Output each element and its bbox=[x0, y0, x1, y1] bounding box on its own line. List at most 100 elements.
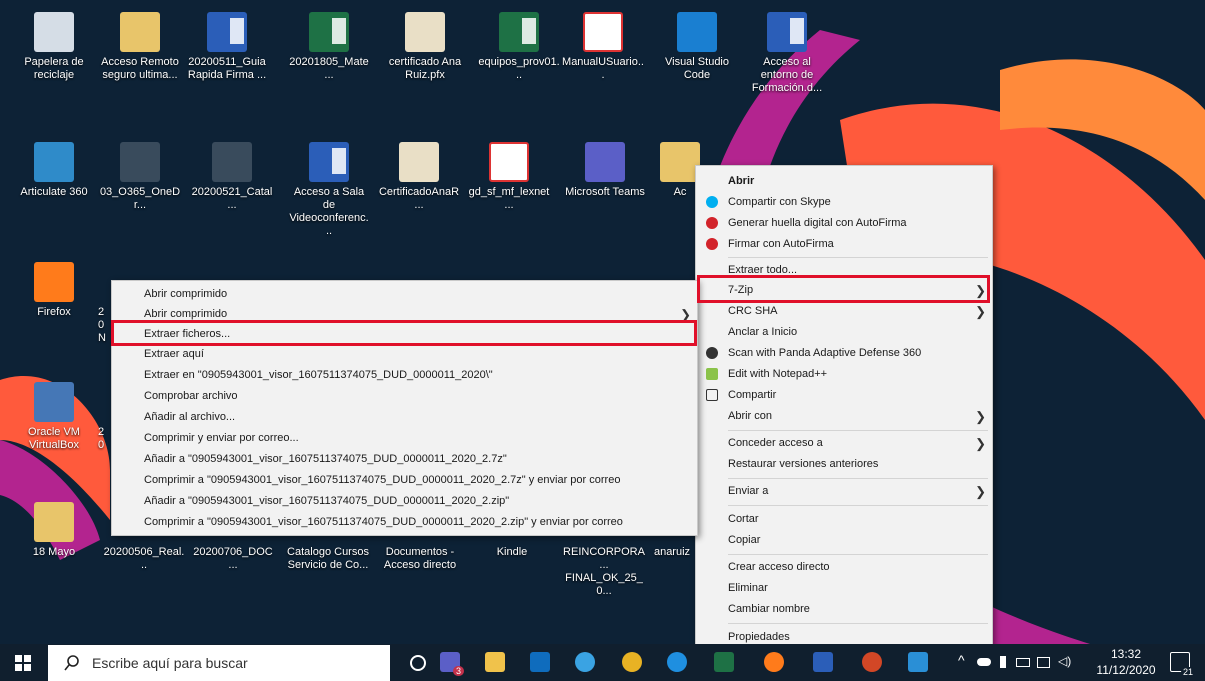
zip-item-test-archive[interactable]: Comprobar archivo bbox=[112, 386, 697, 407]
excel-taskbar-icon[interactable] bbox=[714, 652, 734, 672]
outlook-icon[interactable] bbox=[530, 652, 550, 672]
desktop-icon-partial[interactable]: 20 bbox=[96, 376, 112, 472]
menu-item-notepad[interactable]: Edit with Notepad++ bbox=[696, 364, 992, 385]
menu-item-label: Extraer en "0905943001_visor_16075113740… bbox=[144, 369, 493, 381]
desktop-icon-recycle-bin[interactable]: Papelera de reciclaje bbox=[11, 6, 97, 102]
menu-item-label: Abrir con bbox=[728, 410, 773, 422]
menu-item-grant-access[interactable]: Conceder acceso a ❯ bbox=[696, 433, 992, 454]
desktop-icon-label: 20 bbox=[98, 426, 105, 451]
desktop-icon-sala-video[interactable]: Acceso a Sala de Videoconferenc... bbox=[286, 136, 372, 237]
zip-item-add-to-archive[interactable]: Añadir al archivo... bbox=[112, 407, 697, 428]
word-taskbar-icon[interactable] bbox=[813, 652, 833, 672]
taskbar-search-box[interactable]: Escribe aquí para buscar bbox=[48, 645, 390, 681]
menu-item-properties[interactable]: Propiedades bbox=[696, 627, 992, 644]
desktop-icon-catal[interactable]: 20200521_Catal... bbox=[189, 136, 275, 232]
desktop-icon-label: CertificadoAnaR... bbox=[378, 186, 460, 211]
teams-taskbar-icon[interactable]: 3 bbox=[440, 652, 464, 676]
menu-item-open[interactable]: Abrir bbox=[696, 171, 992, 192]
menu-separator bbox=[728, 430, 988, 431]
zip-item-add-7z[interactable]: Añadir a "0905943001_visor_1607511374075… bbox=[112, 449, 697, 470]
autofirma-icon bbox=[706, 217, 718, 229]
chrome-icon[interactable] bbox=[622, 652, 642, 672]
autofirma-icon bbox=[706, 238, 718, 250]
internet-explorer-icon[interactable] bbox=[575, 652, 595, 672]
desktop-icon-onedrive-video[interactable]: 03_O365_OneDr... bbox=[97, 136, 183, 232]
share-icon bbox=[706, 389, 718, 401]
menu-item-label: Eliminar bbox=[728, 582, 768, 594]
desktop-icon-label: Acceso a Sala de Videoconferenc... bbox=[289, 186, 369, 237]
start-button[interactable] bbox=[0, 644, 46, 681]
clock[interactable]: 13:32 11/12/2020 bbox=[1088, 646, 1164, 680]
network-icon[interactable] bbox=[1016, 658, 1030, 667]
edge-icon[interactable] bbox=[667, 652, 687, 672]
menu-item-label: Abrir bbox=[728, 175, 755, 187]
menu-item-cut[interactable]: Cortar bbox=[696, 509, 992, 530]
zip-item-add-zip[interactable]: Añadir a "0905943001_visor_1607511374075… bbox=[112, 491, 697, 512]
menu-item-panda-scan[interactable]: Scan with Panda Adaptive Defense 360 bbox=[696, 343, 992, 364]
skype-icon bbox=[706, 196, 718, 208]
menu-item-send-to[interactable]: Enviar a ❯ bbox=[696, 481, 992, 502]
menu-item-pin-start[interactable]: Anclar a Inicio bbox=[696, 322, 992, 343]
desktop-icon-label: Acceso Remoto seguro ultima... bbox=[101, 56, 179, 81]
zip-item-compress-zip-email[interactable]: Comprimir a "0905943001_visor_1607511374… bbox=[112, 512, 697, 533]
menu-item-copy[interactable]: Copiar bbox=[696, 530, 992, 551]
media-player-icon[interactable] bbox=[908, 652, 928, 672]
menu-item-rename[interactable]: Cambiar nombre bbox=[696, 599, 992, 620]
desktop-icon-guia-rapida[interactable]: 20200511_Guia Rapida Firma ... bbox=[184, 6, 270, 102]
menu-item-autofirma-sign[interactable]: Firmar con AutoFirma bbox=[696, 234, 992, 255]
zip-item-compress-7z-email[interactable]: Comprimir a "0905943001_visor_1607511374… bbox=[112, 470, 697, 491]
desktop-icon-teams[interactable]: Microsoft Teams bbox=[562, 136, 648, 232]
desktop-icon-selected-archive[interactable]: Ac bbox=[660, 136, 700, 232]
desktop-icon-virtualbox[interactable]: Oracle VM VirtualBox bbox=[11, 376, 97, 472]
menu-item-label: Comprimir a "0905943001_visor_1607511374… bbox=[144, 474, 621, 486]
input-icon[interactable] bbox=[1037, 657, 1050, 668]
desktop-icon-label: Visual Studio Code bbox=[664, 56, 729, 81]
desktop-icon-acceso-remoto[interactable]: Acceso Remoto seguro ultima... bbox=[97, 6, 183, 102]
desktop-icon-manual[interactable]: ManualUSuario... bbox=[560, 6, 646, 102]
word-file-icon bbox=[207, 12, 247, 52]
zip-item-extract-here[interactable]: Extraer aquí bbox=[112, 344, 697, 365]
chevron-up-icon[interactable]: ^ bbox=[958, 652, 965, 668]
desktop-icon-certificado[interactable]: certificado Ana Ruiz.pfx bbox=[382, 6, 468, 102]
volume-icon[interactable]: ◁) bbox=[1058, 654, 1071, 668]
desktop-icon-lexnet[interactable]: gd_sf_mf_lexnet... bbox=[466, 136, 552, 232]
recycle-bin-icon bbox=[34, 12, 74, 52]
certificate-icon bbox=[399, 142, 439, 182]
battery-icon[interactable] bbox=[1000, 656, 1006, 668]
task-view-button[interactable] bbox=[405, 650, 429, 674]
zip-item-extract-to-folder[interactable]: Extraer en "0905943001_visor_16075113740… bbox=[112, 365, 697, 386]
menu-item-restore-versions[interactable]: Restaurar versiones anteriores bbox=[696, 454, 992, 475]
menu-item-delete[interactable]: Eliminar bbox=[696, 578, 992, 599]
menu-item-open-with[interactable]: Abrir con ❯ bbox=[696, 406, 992, 427]
virtualbox-icon bbox=[34, 382, 74, 422]
desktop-icon-partial[interactable]: 20 N bbox=[96, 256, 112, 352]
zip-item-compress-email[interactable]: Comprimir y enviar por correo... bbox=[112, 428, 697, 449]
desktop-icon-certificado-ana[interactable]: CertificadoAnaR... bbox=[376, 136, 462, 232]
menu-separator bbox=[728, 478, 988, 479]
file-explorer-icon[interactable] bbox=[485, 652, 505, 672]
menu-item-label: Abrir comprimido bbox=[144, 288, 228, 300]
desktop-icon-equipos[interactable]: equipos_prov01... bbox=[476, 6, 562, 102]
notification-count: 21 bbox=[1180, 667, 1195, 677]
desktop-icon-mate[interactable]: 20201805_Mate... bbox=[286, 6, 372, 102]
desktop-icon-vscode[interactable]: Visual Studio Code bbox=[654, 6, 740, 102]
desktop-icon-label: 20200521_Catal... bbox=[191, 186, 273, 211]
desktop-icon-label: equipos_prov01... bbox=[478, 56, 560, 81]
menu-item-share-skype[interactable]: Compartir con Skype bbox=[696, 192, 992, 213]
desktop-icon-acceso-entorno[interactable]: Acceso al entorno de Formación.d... bbox=[744, 6, 830, 102]
action-center-button[interactable]: 21 bbox=[1170, 652, 1195, 677]
zip-item-open-archive[interactable]: Abrir comprimido bbox=[112, 284, 697, 305]
desktop-icon-label: Ac bbox=[673, 186, 687, 198]
desktop-icon-18-mayo[interactable]: 18 Mayo bbox=[11, 496, 97, 592]
menu-item-create-shortcut[interactable]: Crear acceso directo bbox=[696, 557, 992, 578]
onedrive-icon[interactable] bbox=[977, 658, 991, 666]
firefox-taskbar-icon[interactable] bbox=[764, 652, 784, 672]
menu-item-share[interactable]: Compartir bbox=[696, 385, 992, 406]
desktop-icon-label: Firefox bbox=[37, 306, 71, 318]
menu-item-autofirma-hash[interactable]: Generar huella digital con AutoFirma bbox=[696, 213, 992, 234]
menu-item-crc-sha[interactable]: CRC SHA ❯ bbox=[696, 301, 992, 322]
desktop-icon-label: 20200511_Guia Rapida Firma ... bbox=[187, 56, 267, 81]
desktop-icon-articulate[interactable]: Articulate 360 bbox=[11, 136, 97, 232]
powerpoint-taskbar-icon[interactable] bbox=[862, 652, 882, 672]
desktop-icon-firefox[interactable]: Firefox bbox=[11, 256, 97, 352]
